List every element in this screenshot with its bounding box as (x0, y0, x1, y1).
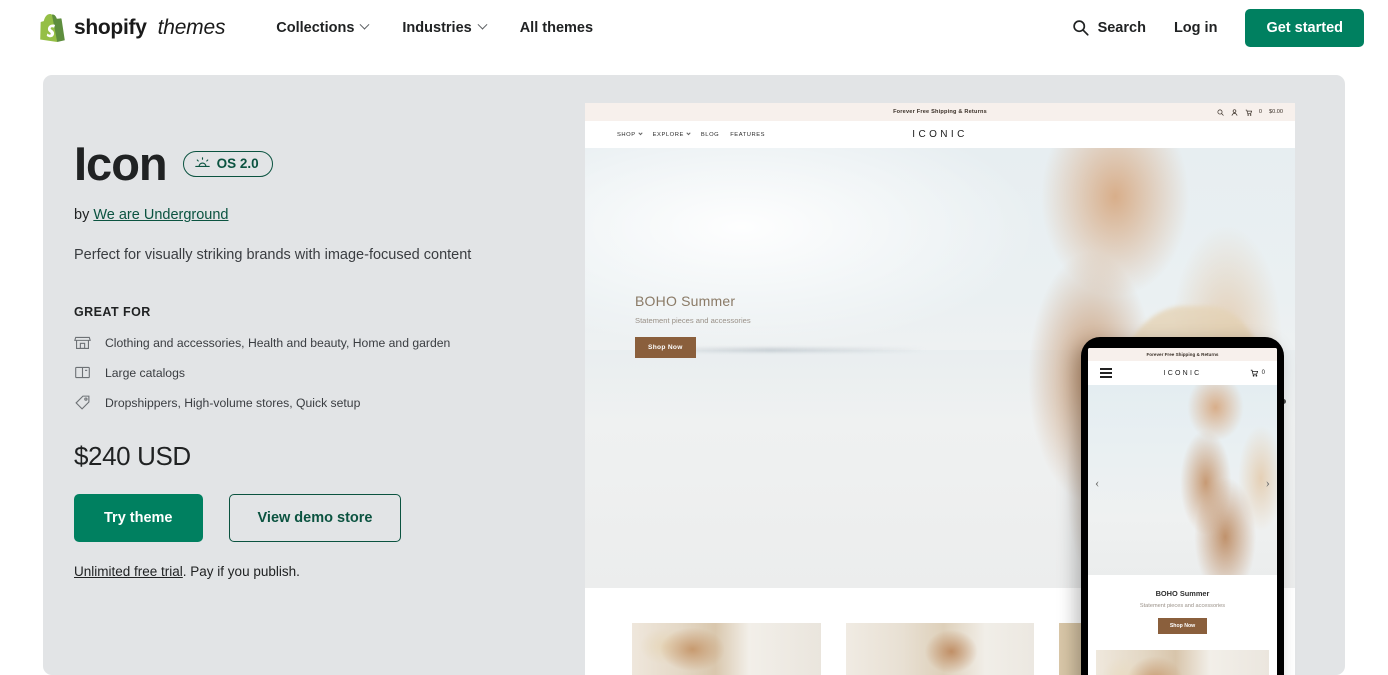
site-header: shopify themes Collections Industries Al… (0, 0, 1388, 55)
by-prefix: by (74, 207, 94, 223)
list-item: Dropshippers, High-volume stores, Quick … (74, 394, 564, 411)
phone-hero-caption: BOHO Summer Statement pieces and accesso… (1088, 575, 1277, 644)
os-version-badge: OS 2.0 (182, 150, 273, 177)
hero-copy: BOHO Summer Statement pieces and accesso… (635, 293, 751, 358)
preview-utility-icons: 0 $0.00 (1217, 108, 1283, 116)
nav-label: Collections (276, 19, 355, 36)
phone-shop-now-button[interactable]: Shop Now (1157, 618, 1208, 634)
author-link[interactable]: We are Underground (93, 207, 228, 223)
list-item-label: Clothing and accessories, Health and bea… (105, 335, 451, 350)
list-item-label: Large catalogs (105, 365, 185, 380)
hero-subheading: Statement pieces and accessories (635, 316, 751, 325)
search-icon (1072, 20, 1089, 36)
chevron-down-icon (359, 19, 370, 30)
nav-label: All themes (519, 19, 594, 36)
great-for-list: Clothing and accessories, Health and bea… (74, 334, 564, 411)
list-item: Large catalogs (74, 364, 564, 381)
phone-hero-heading: BOHO Summer (1155, 589, 1210, 598)
product-thumbnail[interactable] (845, 623, 1035, 675)
hero-heading: BOHO Summer (635, 293, 736, 309)
cart-count: 0 (1258, 109, 1262, 115)
try-theme-button[interactable]: Try theme (74, 494, 203, 542)
cart-icon (1250, 369, 1258, 377)
theme-tagline: Perfect for visually striking brands wit… (74, 247, 472, 263)
theme-detail-card: Icon OS 2.0 by We are Underground Perfec… (43, 75, 1345, 675)
chevron-down-icon (477, 19, 488, 30)
title-row: Icon OS 2.0 (74, 140, 564, 187)
tag-icon (75, 395, 90, 410)
phone-hero-image (1140, 385, 1277, 575)
view-demo-store-button[interactable]: View demo store (228, 494, 402, 542)
phone-cart[interactable]: 0 (1250, 369, 1265, 377)
cart-total: $0.00 (1269, 109, 1283, 115)
mobile-preview[interactable]: Forever Free Shipping & Returns ICONIC 0… (1081, 337, 1284, 675)
carousel-next-arrow[interactable]: › (1266, 476, 1270, 489)
shopify-bag-icon (40, 13, 65, 42)
search-label: Search (1097, 19, 1146, 36)
nav-item-collections[interactable]: Collections (276, 19, 370, 36)
store-logo: ICONIC (912, 129, 968, 140)
catalog-icon (75, 366, 90, 379)
header-actions: Search Log in Get started (1072, 8, 1364, 47)
os-badge-label: OS 2.0 (216, 155, 259, 171)
theme-author-line: by We are Underground (74, 207, 564, 223)
list-item-label: Dropshippers, High-volume stores, Quick … (105, 395, 361, 410)
phone-hero: ‹ › (1088, 385, 1277, 575)
cta-row: Try theme View demo store (74, 494, 564, 542)
nav-item-all-themes[interactable]: All themes (520, 20, 593, 36)
account-icon[interactable] (1231, 108, 1238, 116)
search-icon[interactable] (1217, 109, 1224, 116)
phone-store-logo: ICONIC (1163, 369, 1202, 377)
phone-hero-subheading: Statement pieces and accessories (1139, 603, 1226, 609)
get-started-button[interactable]: Get started (1245, 8, 1364, 47)
phone-product-thumbnail[interactable] (1096, 650, 1269, 675)
announcement-text: Forever Free Shipping & Returns (893, 109, 987, 115)
carousel-prev-arrow[interactable]: ‹ (1095, 476, 1099, 489)
free-trial-link[interactable]: Unlimited free trial (74, 564, 183, 579)
main-navigation: Collections Industries All themes (276, 20, 593, 36)
phone-cart-count: 0 (1261, 370, 1265, 376)
nav-item-industries[interactable]: Industries (402, 19, 488, 36)
login-link[interactable]: Log in (1174, 20, 1218, 36)
preview-announcement-bar: Forever Free Shipping & Returns 0 $0.00 (585, 103, 1295, 121)
sunrise-icon (194, 157, 210, 167)
search-button[interactable]: Search (1072, 19, 1146, 36)
product-thumbnail[interactable] (632, 623, 821, 675)
phone-announcement-bar: Forever Free Shipping & Returns (1088, 348, 1277, 361)
page-title: Icon (74, 137, 168, 190)
preview-store-nav: SHOP EXPLORE BLOG FEATURES ICONIC (585, 121, 1295, 148)
theme-info-column: Icon OS 2.0 by We are Underground Perfec… (74, 140, 564, 579)
great-for-heading: GREAT FOR (74, 305, 151, 319)
brand-name: shopify (74, 15, 147, 39)
trial-note: Unlimited free trial. Pay if you publish… (74, 564, 564, 579)
shopify-themes-logo[interactable]: shopify themes (40, 13, 226, 42)
brand-section: themes (157, 15, 226, 39)
theme-price: $240 USD (74, 441, 191, 471)
cart-icon[interactable] (1245, 109, 1252, 116)
phone-store-nav: ICONIC 0 (1088, 361, 1277, 385)
trial-note-rest: . Pay if you publish. (182, 564, 300, 579)
phone-screen: Forever Free Shipping & Returns ICONIC 0… (1088, 348, 1277, 675)
nav-label: Industries (402, 19, 472, 36)
store-icon (74, 336, 91, 350)
hero-shop-now-button[interactable]: Shop Now (635, 337, 696, 358)
list-item: Clothing and accessories, Health and bea… (74, 334, 564, 351)
